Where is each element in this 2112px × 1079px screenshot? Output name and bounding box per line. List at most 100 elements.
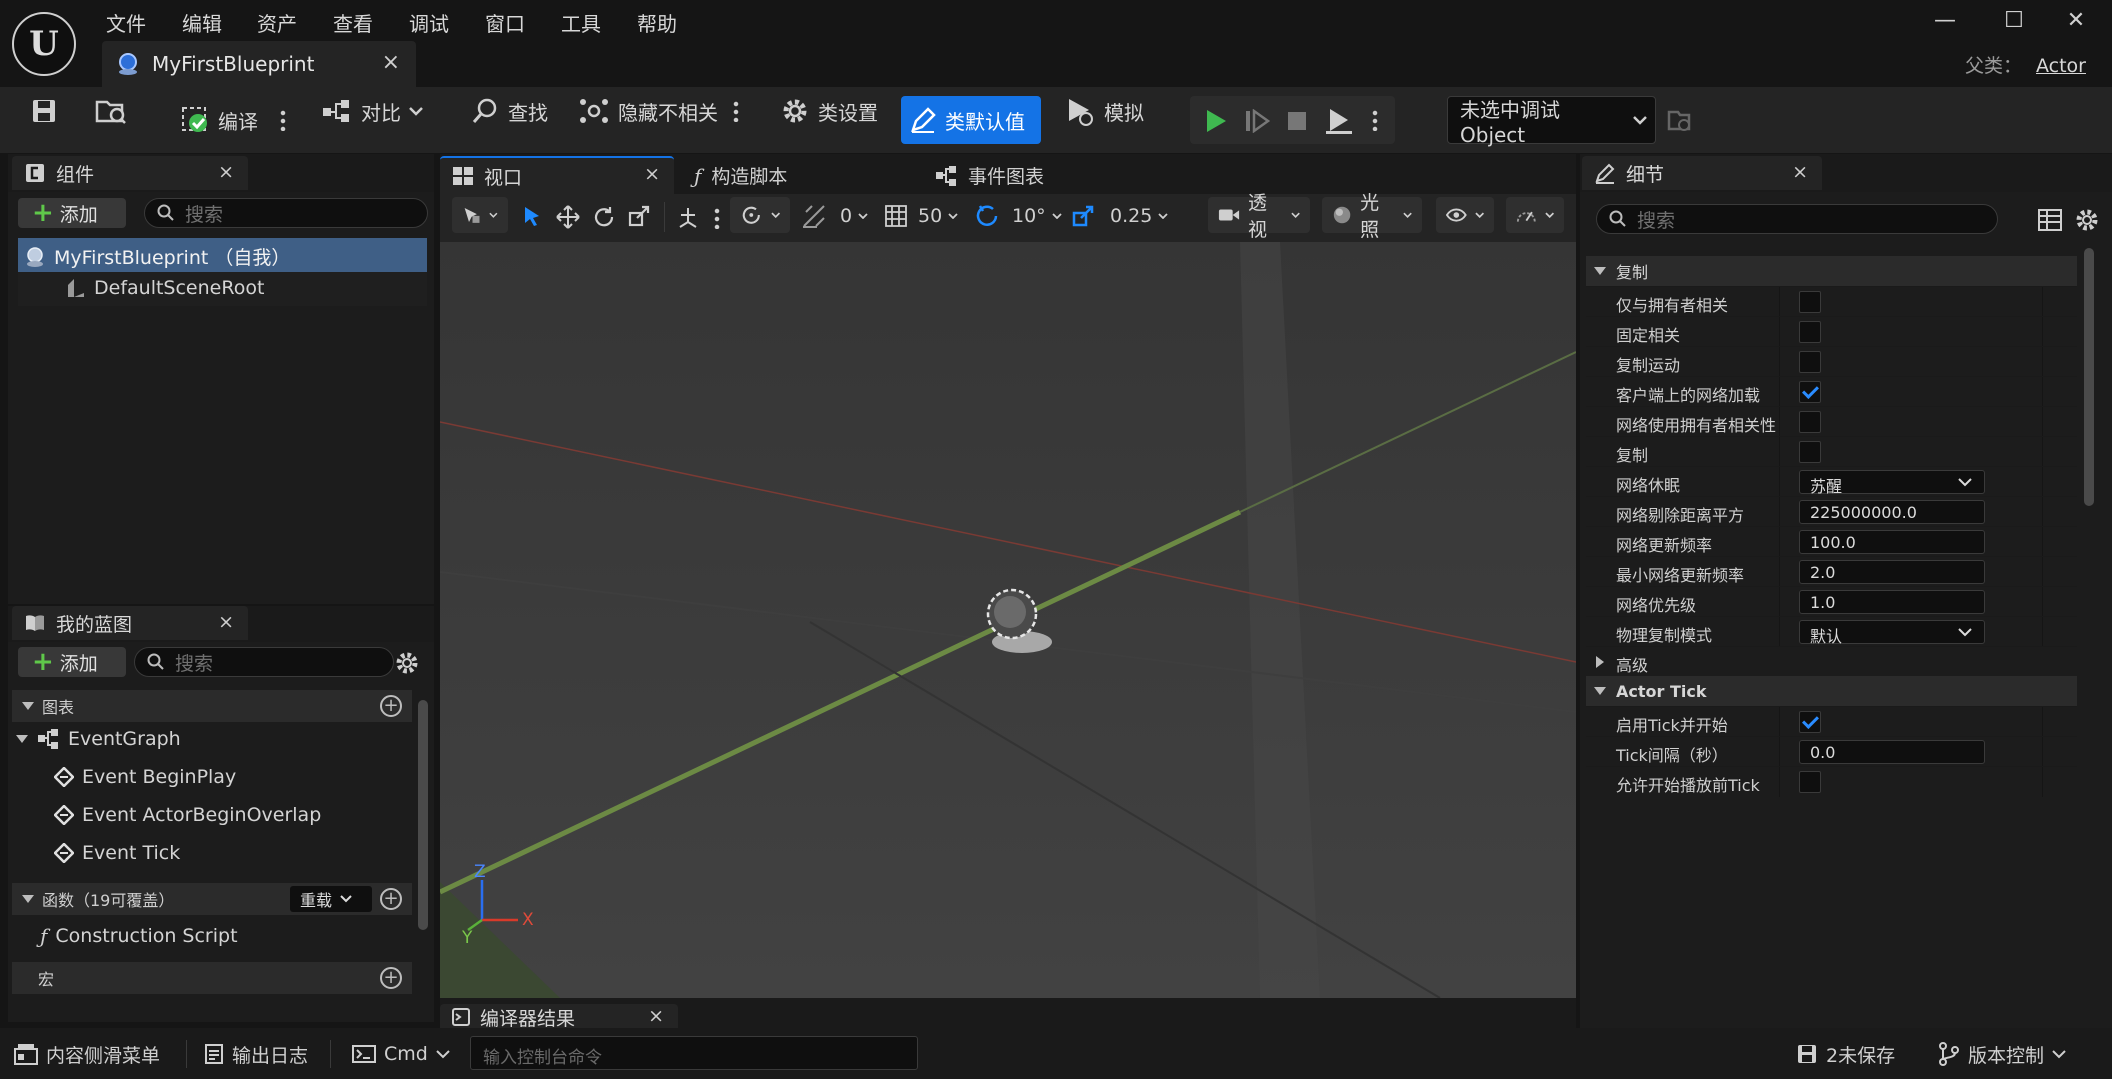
transform-options-icon[interactable]	[714, 207, 720, 229]
add-graph-icon[interactable]: +	[380, 695, 402, 717]
cmd-dropdown[interactable]: Cmd	[352, 1036, 450, 1072]
move-icon[interactable]	[556, 205, 580, 229]
property-number-input[interactable]: 0.0	[1799, 740, 1985, 764]
override-dropdown[interactable]: 重载	[290, 886, 372, 912]
document-tab[interactable]: MyFirstBlueprint ×	[102, 41, 416, 87]
unsaved-button[interactable]: 2未保存	[1796, 1036, 1895, 1072]
property-checkbox[interactable]	[1799, 351, 1821, 373]
property-checkbox-checked[interactable]	[1799, 381, 1821, 403]
step-icon[interactable]	[1244, 109, 1270, 133]
my-blueprint-tab-close-icon[interactable]: ×	[218, 611, 234, 633]
document-tab-close-icon[interactable]: ×	[382, 50, 400, 75]
property-number-input[interactable]: 225000000.0	[1799, 500, 1985, 524]
add-macro-icon[interactable]: +	[380, 967, 402, 989]
component-row-root[interactable]: DefaultSceneRoot	[18, 272, 427, 306]
property-checkbox[interactable]	[1799, 321, 1821, 343]
source-control-button[interactable]: 版本控制	[1938, 1036, 2066, 1072]
event-item[interactable]: Event Tick	[54, 842, 180, 864]
content-drawer-button[interactable]: 内容侧滑菜单	[14, 1036, 160, 1072]
viewport-tab-close-icon[interactable]: ×	[644, 163, 660, 185]
close-window-button[interactable]: ✕	[2063, 8, 2089, 34]
output-log-button[interactable]: 输出日志	[204, 1036, 308, 1072]
simulate-button[interactable]: 模拟	[1056, 87, 1152, 135]
eject-possess-icon[interactable]	[1324, 107, 1354, 135]
angle-snap-control[interactable]: 10°	[974, 196, 1062, 236]
property-checkbox[interactable]	[1799, 291, 1821, 313]
class-settings-button[interactable]: 类设置	[772, 87, 886, 135]
property-checkbox-checked[interactable]	[1799, 711, 1821, 733]
property-number-input[interactable]: 2.0	[1799, 560, 1985, 584]
details-tab-close-icon[interactable]: ×	[1792, 161, 1808, 183]
browse-button[interactable]	[86, 87, 136, 135]
property-number-input[interactable]: 1.0	[1799, 590, 1985, 614]
compile-button[interactable]: 编译	[172, 96, 266, 144]
my-blueprint-search-input[interactable]: 搜索	[134, 647, 394, 677]
hide-unrelated-options-icon[interactable]	[733, 100, 739, 122]
construction-script-item[interactable]: ƒ Construction Script	[40, 924, 238, 948]
viewport-tab[interactable]: 视口 ×	[440, 156, 674, 194]
find-button[interactable]: 查找	[462, 87, 556, 135]
compiler-results-tab[interactable]: 编译器结果 ×	[440, 1004, 678, 1030]
my-blueprint-scrollbar[interactable]	[418, 700, 428, 930]
event-graph-item[interactable]: EventGraph	[16, 728, 181, 750]
stop-icon[interactable]	[1286, 110, 1308, 132]
class-defaults-button[interactable]: 类默认值	[901, 96, 1041, 144]
minimize-button[interactable]: —	[1932, 8, 1958, 34]
details-tab[interactable]: 细节 ×	[1582, 156, 1822, 190]
table-view-icon[interactable]	[2038, 209, 2062, 231]
maximize-button[interactable]: ☐	[2001, 8, 2027, 34]
perspective-dropdown[interactable]: 透视	[1208, 192, 1310, 241]
viewport-canvas[interactable]: Z X Y	[440, 242, 1576, 998]
performance-dropdown[interactable]	[1506, 197, 1564, 233]
hide-unrelated-button[interactable]: 隐藏不相关	[570, 87, 726, 135]
my-blueprint-tab[interactable]: 我的蓝图 ×	[12, 606, 248, 640]
actor-tick-section-header[interactable]: Actor Tick	[1586, 676, 2077, 706]
rotation-snap-control[interactable]: 0	[800, 196, 868, 236]
component-row-self[interactable]: MyFirstBlueprint （自我）	[18, 238, 427, 272]
debug-filter-icon[interactable]	[1666, 108, 1692, 134]
menu-edit[interactable]: 编辑	[182, 8, 222, 37]
scale-snap-control[interactable]: 0.25	[1072, 196, 1168, 236]
lighting-dropdown[interactable]: 光照	[1322, 192, 1422, 241]
details-settings-gear-icon[interactable]	[2074, 207, 2100, 233]
property-checkbox[interactable]	[1799, 771, 1821, 793]
menu-view[interactable]: 查看	[333, 8, 373, 37]
save-button[interactable]	[22, 87, 66, 135]
event-item[interactable]: Event ActorBeginOverlap	[54, 804, 321, 826]
advanced-row[interactable]: 高级	[1586, 646, 2077, 676]
debug-object-dropdown[interactable]: 未选中调试Object	[1447, 96, 1656, 147]
compile-options-icon[interactable]	[280, 109, 286, 131]
property-checkbox[interactable]	[1799, 441, 1821, 463]
replication-section-header[interactable]: 复制	[1586, 256, 2077, 286]
menu-asset[interactable]: 资产	[257, 8, 297, 37]
menu-debug[interactable]: 调试	[409, 8, 449, 37]
play-options-icon[interactable]	[1372, 109, 1378, 131]
components-search-input[interactable]: 搜索	[144, 198, 428, 228]
details-search-input[interactable]: 搜索	[1596, 204, 1998, 234]
coordinate-system-icon[interactable]	[676, 205, 700, 229]
my-blueprint-add-button[interactable]: + 添加	[18, 647, 126, 677]
select-arrow-icon[interactable]	[522, 205, 542, 227]
parent-class-link[interactable]: Actor	[2036, 55, 2086, 77]
functions-section-header[interactable]: 函数（19可覆盖） 重载 +	[12, 883, 412, 915]
settings-gear-icon[interactable]	[394, 650, 420, 676]
menu-window[interactable]: 窗口	[485, 8, 525, 37]
event-graph-tab[interactable]: 事件图表	[934, 162, 1044, 189]
property-dropdown[interactable]: 默认	[1799, 620, 1985, 646]
menu-file[interactable]: 文件	[106, 8, 146, 37]
components-tab[interactable]: 组件 ×	[12, 156, 248, 190]
diff-button[interactable]: 对比	[313, 87, 431, 135]
compiler-results-close-icon[interactable]: ×	[648, 1005, 664, 1027]
graphs-section-header[interactable]: 图表 +	[12, 690, 412, 722]
macros-section-header[interactable]: 宏 +	[12, 962, 412, 994]
unreal-logo-icon[interactable]: U	[12, 12, 76, 76]
menu-tools[interactable]: 工具	[561, 8, 601, 37]
select-mode-dropdown[interactable]	[452, 197, 508, 233]
components-tab-close-icon[interactable]: ×	[218, 161, 234, 183]
property-number-input[interactable]: 100.0	[1799, 530, 1985, 554]
construction-script-tab[interactable]: ƒ 构造脚本	[694, 162, 787, 189]
property-checkbox[interactable]	[1799, 411, 1821, 433]
play-icon[interactable]	[1204, 108, 1228, 134]
rotate-icon[interactable]	[592, 205, 616, 229]
show-flags-dropdown[interactable]	[1436, 197, 1494, 233]
